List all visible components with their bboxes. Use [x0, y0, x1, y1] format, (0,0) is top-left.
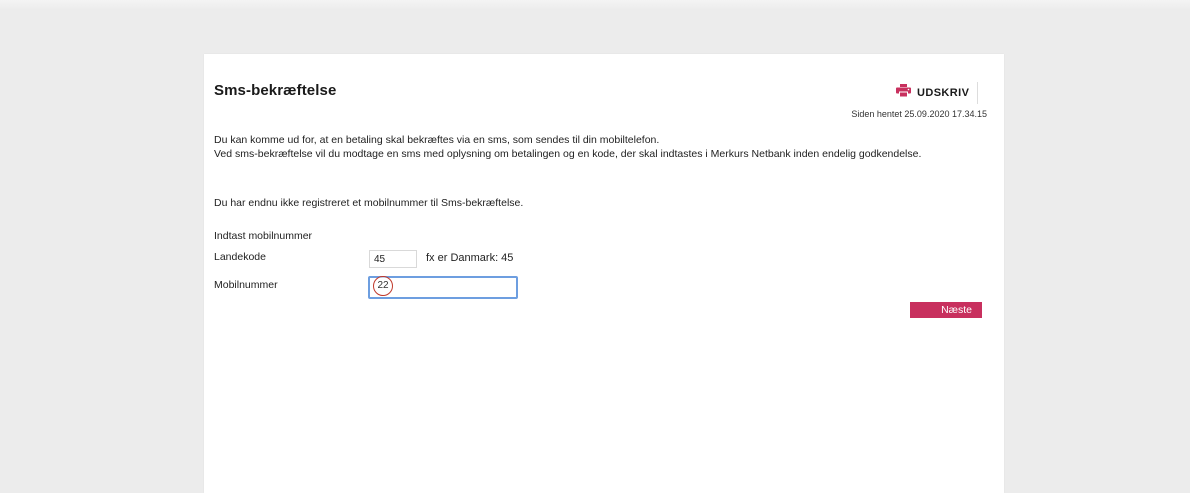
intro-line-1: Du kan komme ud for, at en betaling skal… [214, 134, 660, 146]
next-button[interactable]: Næste [910, 302, 982, 318]
content-panel: Sms-bekræftelse UDSKRIV Siden hentet 25.… [204, 54, 1004, 493]
country-code-input[interactable] [369, 250, 417, 268]
section-label: Indtast mobilnummer [214, 230, 313, 242]
print-label: UDSKRIV [917, 87, 970, 99]
fetched-timestamp: Siden hentet 25.09.2020 17.34.15 [851, 109, 987, 119]
annotation-marker: 22 [373, 276, 393, 296]
country-code-hint: fx er Danmark: 45 [426, 252, 514, 264]
top-bar [0, 0, 1190, 10]
print-button[interactable]: UDSKRIV [896, 82, 979, 104]
printer-icon [896, 84, 911, 102]
country-code-label: Landekode [214, 251, 266, 263]
intro-line-2: Ved sms-bekræftelse vil du modtage en sm… [214, 148, 922, 160]
page-title: Sms-bekræftelse [214, 82, 337, 99]
mobile-number-label: Mobilnummer [214, 279, 278, 291]
registration-notice: Du har endnu ikke registreret et mobilnu… [214, 197, 524, 209]
intro-text: Du kan komme ud for, at en betaling skal… [214, 133, 984, 161]
